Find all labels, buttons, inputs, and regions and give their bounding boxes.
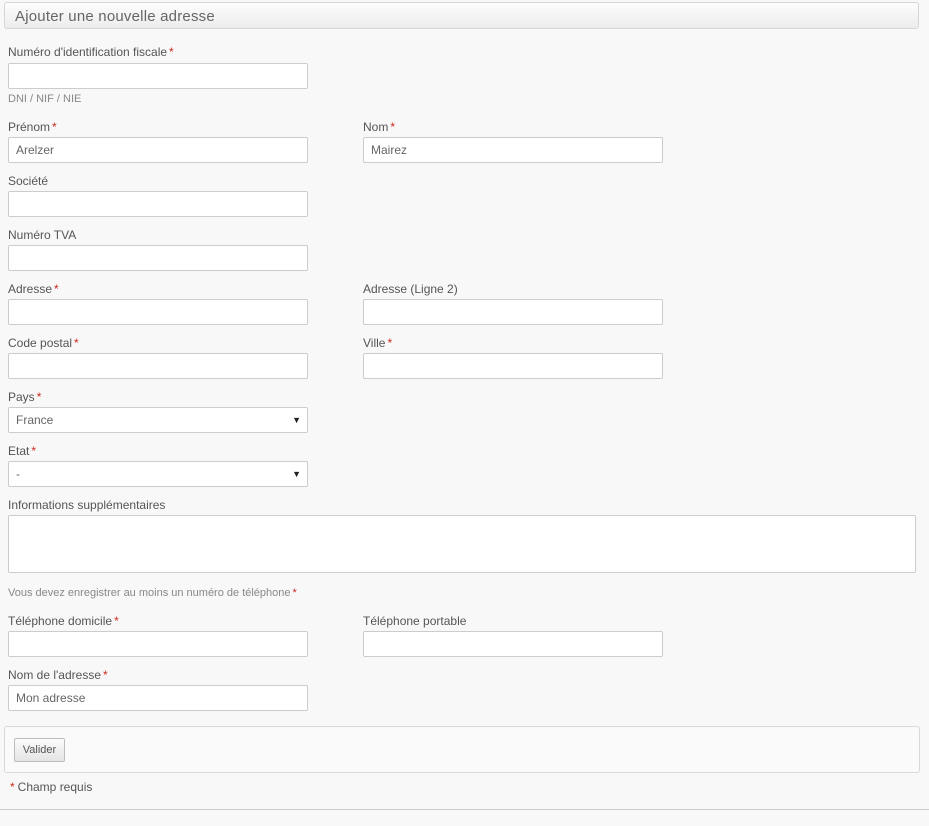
- required-note: * Champ requis: [10, 780, 93, 794]
- address1-label: Adresse *: [8, 282, 59, 296]
- alias-input[interactable]: Mon adresse: [8, 685, 308, 711]
- country-label: Pays *: [8, 390, 42, 404]
- tax-id-label: Numéro d'identification fiscale *: [8, 45, 174, 59]
- form-footer: Valider: [4, 726, 920, 773]
- lastname-input[interactable]: Mairez: [363, 137, 663, 163]
- address2-input[interactable]: [363, 299, 663, 325]
- form-title: Ajouter une nouvelle adresse: [15, 8, 215, 25]
- state-select[interactable]: -: [8, 461, 308, 487]
- bottom-divider: [0, 809, 929, 810]
- state-selected-value: -: [16, 467, 20, 481]
- form-header: Ajouter une nouvelle adresse: [4, 2, 919, 29]
- phone-label: Téléphone domicile *: [8, 614, 119, 628]
- city-label: Ville *: [363, 336, 393, 350]
- required-mark: *: [169, 45, 174, 59]
- tax-id-hint: DNI / NIF / NIE: [8, 93, 82, 105]
- postcode-label: Code postal *: [8, 336, 79, 350]
- other-textarea[interactable]: [8, 515, 916, 573]
- country-selected-value: France: [16, 413, 54, 427]
- company-input[interactable]: [8, 191, 308, 217]
- address2-label: Adresse (Ligne 2): [363, 282, 458, 296]
- lastname-label: Nom *: [363, 120, 396, 134]
- firstname-label: Prénom *: [8, 120, 57, 134]
- other-label: Informations supplémentaires: [8, 498, 166, 512]
- city-input[interactable]: [363, 353, 663, 379]
- firstname-input[interactable]: Arelzer: [8, 137, 308, 163]
- state-label: Etat *: [8, 444, 37, 458]
- vat-label: Numéro TVA: [8, 228, 77, 242]
- address1-input[interactable]: [8, 299, 308, 325]
- postcode-input[interactable]: [8, 353, 308, 379]
- phone-mobile-label: Téléphone portable: [363, 614, 467, 628]
- phone-input[interactable]: [8, 631, 308, 657]
- phone-mobile-input[interactable]: [363, 631, 663, 657]
- vat-input[interactable]: [8, 245, 308, 271]
- submit-button[interactable]: Valider: [14, 738, 65, 762]
- tax-id-input[interactable]: [8, 63, 308, 89]
- country-select[interactable]: France: [8, 407, 308, 433]
- phone-notice: Vous devez enregistrer au moins un numér…: [8, 587, 297, 599]
- alias-label: Nom de l'adresse *: [8, 668, 108, 682]
- company-label: Société: [8, 174, 49, 188]
